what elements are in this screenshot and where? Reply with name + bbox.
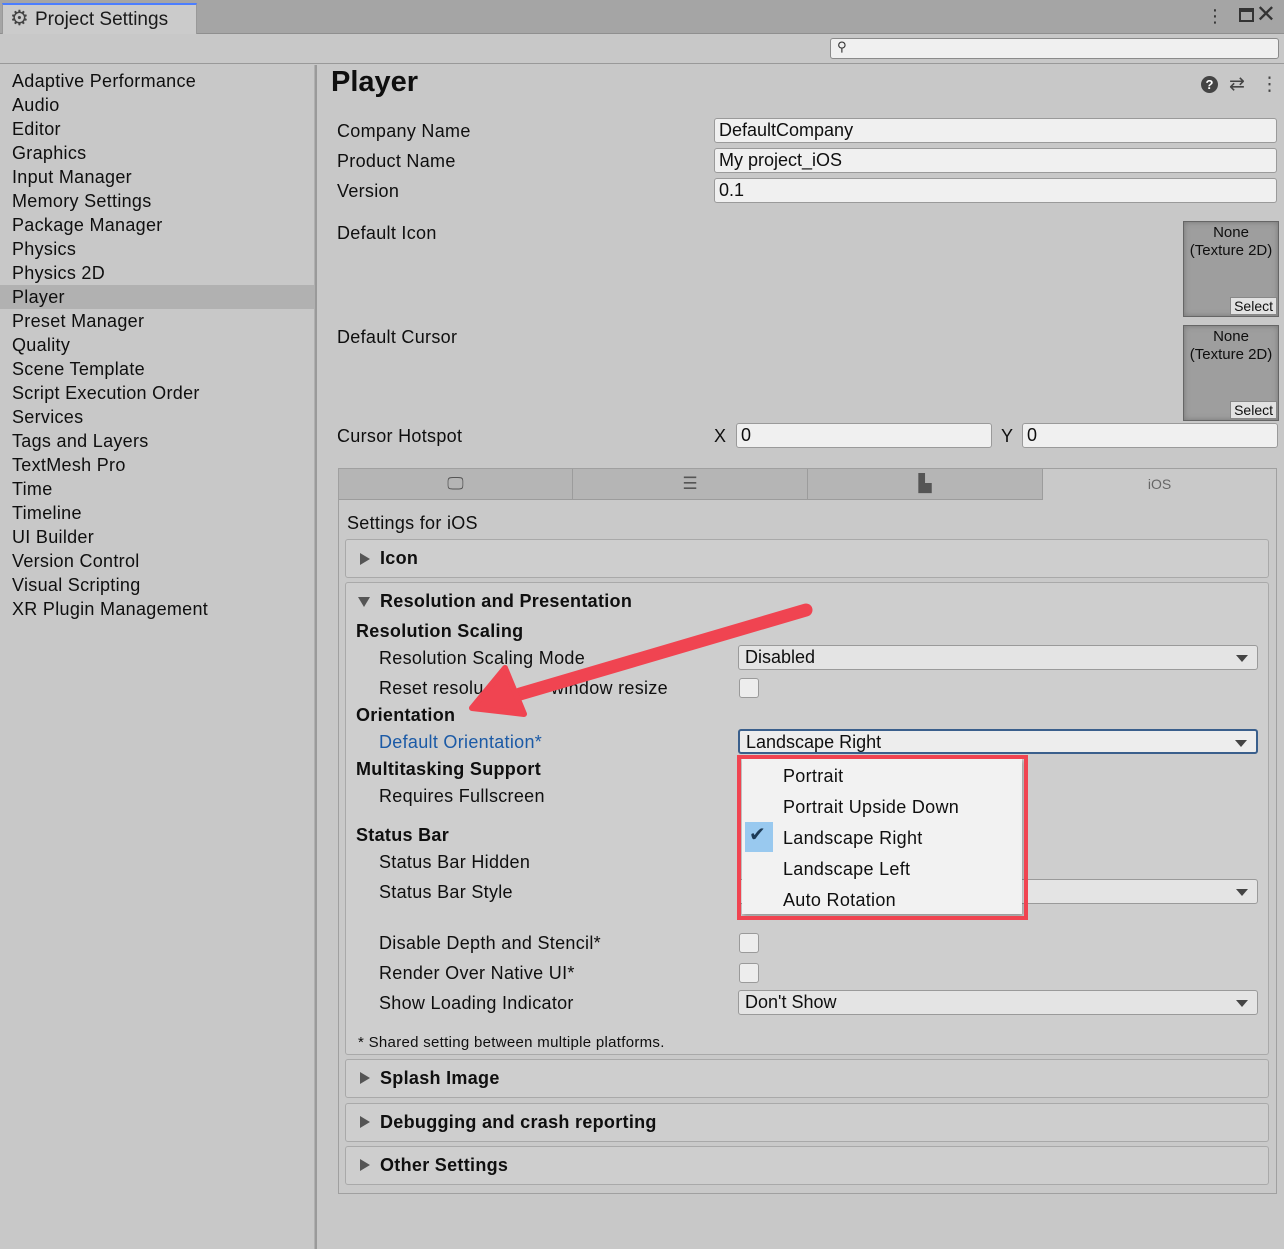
annotation-arrow bbox=[469, 603, 813, 717]
